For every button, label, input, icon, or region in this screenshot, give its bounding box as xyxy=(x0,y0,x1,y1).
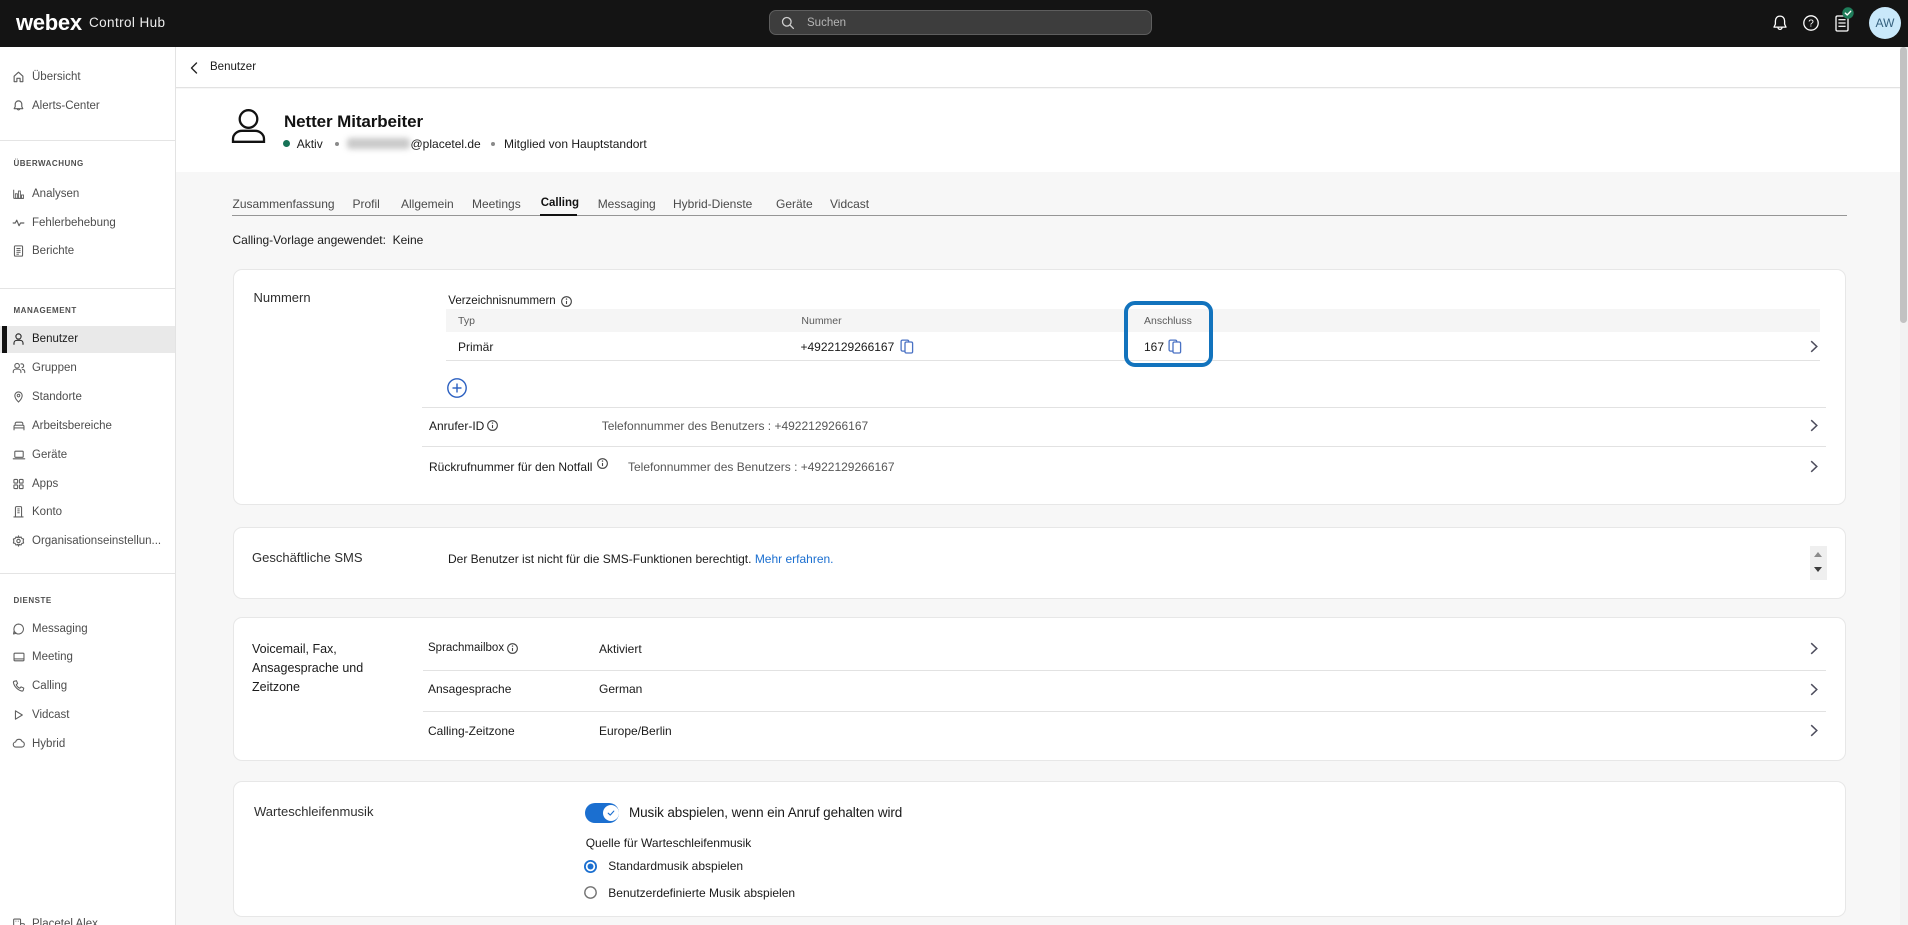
svg-text:?: ? xyxy=(1808,19,1814,30)
